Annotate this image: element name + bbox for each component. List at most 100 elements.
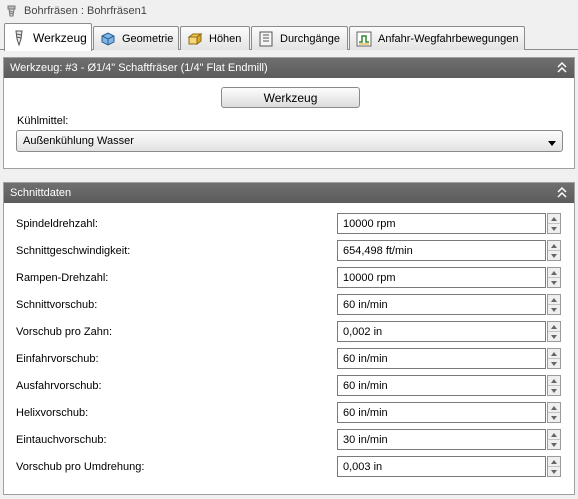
tab-label: Höhen	[209, 32, 242, 45]
field-label: Vorschub pro Zahn:	[16, 326, 113, 338]
spin-buttons[interactable]	[547, 321, 561, 342]
chevron-down-icon	[548, 138, 556, 146]
collapse-icon[interactable]	[556, 61, 568, 75]
spin-down-icon[interactable]	[548, 386, 560, 396]
tab-bar: Werkzeug Geometrie Höhen Durchgänge Anfa…	[0, 22, 578, 51]
tool-panel: Werkzeug: #3 - Ø1/4" Schaftfräser (1/4" …	[3, 57, 575, 169]
ramp-spindle-speed-row: Rampen-Drehzahl: 10000 rpm	[4, 267, 574, 289]
lead-out-feedrate-input[interactable]: 60 in/min	[337, 375, 546, 396]
spin-up-icon[interactable]	[548, 430, 560, 440]
field-value: 0,003 in	[343, 460, 383, 473]
field-label: Rampen-Drehzahl:	[16, 272, 109, 284]
field-value: 60 in/min	[343, 352, 388, 365]
field-label: Helixvorschub:	[16, 407, 89, 419]
spin-up-icon[interactable]	[548, 376, 560, 386]
field-value: 10000 rpm	[343, 271, 396, 284]
cutting-data-panel: Schnittdaten Spindeldrehzahl: 10000 rpm …	[3, 182, 575, 495]
helix-feedrate-row: Helixvorschub: 60 in/min	[4, 402, 574, 424]
drill-bit-icon	[11, 30, 27, 47]
feed-per-revolution-input[interactable]: 0,003 in	[337, 456, 546, 477]
field-value: 654,498 ft/min	[343, 244, 413, 257]
spin-down-icon[interactable]	[548, 332, 560, 342]
linking-icon	[356, 31, 372, 47]
tool-panel-title: Werkzeug: #3 - Ø1/4" Schaftfräser (1/4" …	[10, 62, 268, 74]
lead-in-feedrate-row: Einfahrvorschub: 60 in/min	[4, 348, 574, 370]
spin-buttons[interactable]	[547, 348, 561, 369]
feed-per-tooth-row: Vorschub pro Zahn: 0,002 in	[4, 321, 574, 343]
spin-buttons[interactable]	[547, 456, 561, 477]
field-value: 60 in/min	[343, 379, 388, 392]
tab-label: Geometrie	[122, 32, 174, 45]
window-title: Bohrfräsen : Bohrfräsen1	[24, 5, 147, 17]
spin-up-icon[interactable]	[548, 403, 560, 413]
tool-select-button[interactable]: Werkzeug	[221, 87, 360, 108]
spin-buttons[interactable]	[547, 240, 561, 261]
spin-up-icon[interactable]	[548, 322, 560, 332]
spin-buttons[interactable]	[547, 267, 561, 288]
field-value: 60 in/min	[343, 406, 388, 419]
field-label: Ausfahrvorschub:	[16, 380, 102, 392]
spin-down-icon[interactable]	[548, 278, 560, 288]
collapse-icon[interactable]	[556, 186, 568, 200]
cutting-feedrate-input[interactable]: 60 in/min	[337, 294, 546, 315]
spin-up-icon[interactable]	[548, 349, 560, 359]
spin-buttons[interactable]	[547, 294, 561, 315]
spin-up-icon[interactable]	[548, 214, 560, 224]
tool-select-label: Werkzeug	[263, 90, 318, 105]
heights-icon	[187, 31, 203, 47]
lead-out-feedrate-row: Ausfahrvorschub: 60 in/min	[4, 375, 574, 397]
tab-label: Durchgänge	[280, 32, 340, 45]
spin-up-icon[interactable]	[548, 268, 560, 278]
cutting-speed-row: Schnittgeschwindigkeit: 654,498 ft/min	[4, 240, 574, 262]
field-label: Einfahrvorschub:	[16, 353, 99, 365]
coolant-value: Außenkühlung Wasser	[23, 135, 134, 147]
plunge-feedrate-row: Eintauchvorschub: 30 in/min	[4, 429, 574, 451]
cutting-speed-input[interactable]: 654,498 ft/min	[337, 240, 546, 261]
tab-durchgaenge[interactable]: Durchgänge	[251, 26, 348, 50]
feed-per-tooth-input[interactable]: 0,002 in	[337, 321, 546, 342]
helix-feedrate-input[interactable]: 60 in/min	[337, 402, 546, 423]
field-label: Spindeldrehzahl:	[16, 218, 98, 230]
lead-in-feedrate-input[interactable]: 60 in/min	[337, 348, 546, 369]
field-value: 60 in/min	[343, 298, 388, 311]
drill-operation-icon	[5, 5, 18, 18]
tab-hoehen[interactable]: Höhen	[180, 26, 250, 50]
spin-buttons[interactable]	[547, 402, 561, 423]
spin-down-icon[interactable]	[548, 359, 560, 369]
field-label: Eintauchvorschub:	[16, 434, 107, 446]
field-value: 0,002 in	[343, 325, 383, 338]
field-label: Schnittgeschwindigkeit:	[16, 245, 131, 257]
tab-geometrie[interactable]: Geometrie	[93, 26, 179, 50]
coolant-dropdown[interactable]: Außenkühlung Wasser	[16, 130, 563, 152]
feed-per-revolution-row: Vorschub pro Umdrehung: 0,003 in	[4, 456, 574, 478]
coolant-label: Kühlmittel:	[17, 115, 69, 127]
ramp-spindle-speed-input[interactable]: 10000 rpm	[337, 267, 546, 288]
cutting-feedrate-row: Schnittvorschub: 60 in/min	[4, 294, 574, 316]
tab-anfahr-wegfahr[interactable]: Anfahr-Wegfahrbewegungen	[349, 26, 525, 50]
spin-down-icon[interactable]	[548, 305, 560, 315]
title-bar: Bohrfräsen : Bohrfräsen1	[0, 0, 578, 22]
plunge-feedrate-input[interactable]: 30 in/min	[337, 429, 546, 450]
spin-buttons[interactable]	[547, 375, 561, 396]
spin-down-icon[interactable]	[548, 251, 560, 261]
passes-icon	[258, 31, 274, 47]
spin-up-icon[interactable]	[548, 241, 560, 251]
spindle-speed-row: Spindeldrehzahl: 10000 rpm	[4, 213, 574, 235]
cutting-data-title: Schnittdaten	[10, 187, 72, 199]
spindle-speed-input[interactable]: 10000 rpm	[337, 213, 546, 234]
field-label: Vorschub pro Umdrehung:	[16, 461, 145, 473]
spin-up-icon[interactable]	[548, 457, 560, 467]
tab-label: Anfahr-Wegfahrbewegungen	[378, 32, 519, 45]
field-value: 30 in/min	[343, 433, 388, 446]
cutting-data-header[interactable]: Schnittdaten	[4, 183, 574, 203]
spin-buttons[interactable]	[547, 213, 561, 234]
spin-down-icon[interactable]	[548, 224, 560, 234]
spin-down-icon[interactable]	[548, 440, 560, 450]
tab-label: Werkzeug	[33, 30, 87, 45]
spin-buttons[interactable]	[547, 429, 561, 450]
spin-up-icon[interactable]	[548, 295, 560, 305]
spin-down-icon[interactable]	[548, 467, 560, 477]
tab-werkzeug[interactable]: Werkzeug	[4, 23, 92, 51]
spin-down-icon[interactable]	[548, 413, 560, 423]
tool-panel-header[interactable]: Werkzeug: #3 - Ø1/4" Schaftfräser (1/4" …	[4, 58, 574, 78]
